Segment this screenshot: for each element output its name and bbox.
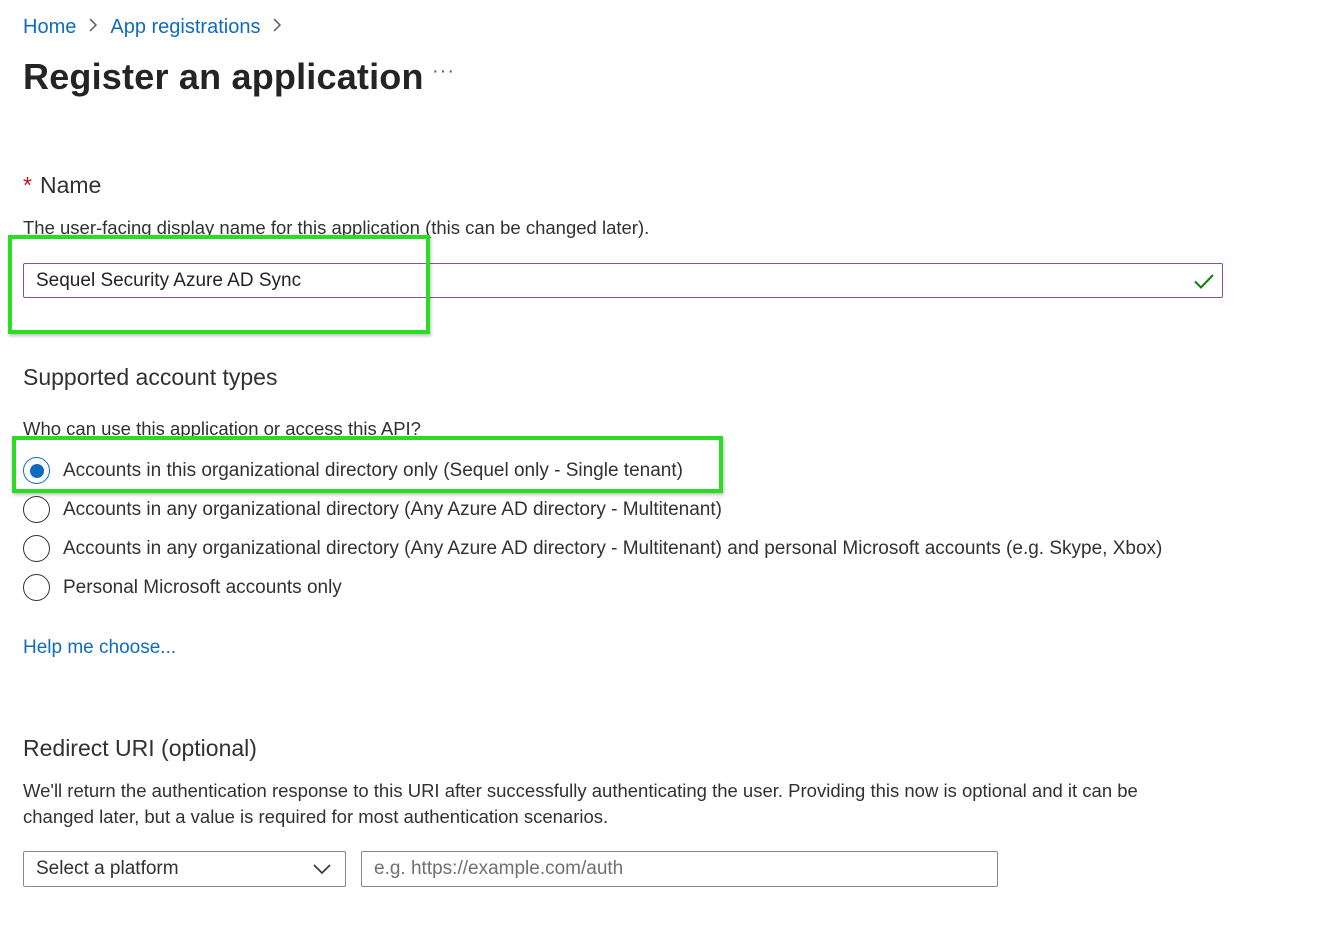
name-label-text: Name [39,172,102,198]
account-types-question: Who can use this application or access t… [23,418,421,439]
name-description: The user-facing display name for this ap… [23,217,650,238]
radio-label: Accounts in any organizational directory… [63,498,722,520]
name-label: * Name [23,170,101,200]
chevron-right-icon [272,14,282,40]
redirect-description-line-2: changed later, but a value is required f… [23,806,609,827]
breadcrumb: Home App registrations [23,14,294,40]
register-application-page: Home App registrations Register an appli… [0,0,1317,939]
redirect-description-line-1: We'll return the authentication response… [23,780,1138,801]
radio-unchecked-icon[interactable] [23,535,50,562]
radio-personal-only[interactable]: Personal Microsoft accounts only [23,574,342,601]
chevron-down-icon [313,864,331,875]
radio-unchecked-icon[interactable] [23,496,50,523]
platform-select-value: Select a platform [36,858,179,879]
more-options-button[interactable]: ··· [432,60,455,83]
name-input[interactable] [23,263,1223,298]
platform-select[interactable]: Select a platform [23,851,346,887]
chevron-right-icon [88,14,98,40]
required-marker: * [23,172,32,198]
help-me-choose-link[interactable]: Help me choose... [23,637,176,659]
radio-single-tenant[interactable]: Accounts in this organizational director… [23,457,683,484]
breadcrumb-home-link[interactable]: Home [23,14,76,40]
page-title: Register an application [23,56,424,97]
radio-multitenant[interactable]: Accounts in any organizational directory… [23,496,722,523]
radio-unchecked-icon[interactable] [23,574,50,601]
redirect-uri-input[interactable] [361,851,998,887]
breadcrumb-app-registrations-link[interactable]: App registrations [110,14,260,40]
radio-multitenant-personal[interactable]: Accounts in any organizational directory… [23,535,1162,562]
radio-label: Accounts in this organizational director… [63,459,683,481]
radio-label: Personal Microsoft accounts only [63,576,342,598]
redirect-uri-heading: Redirect URI (optional) [23,735,257,761]
account-types-heading: Supported account types [23,364,278,390]
check-icon [1194,274,1214,289]
radio-checked-icon[interactable] [23,457,50,484]
radio-label: Accounts in any organizational directory… [63,537,1163,559]
